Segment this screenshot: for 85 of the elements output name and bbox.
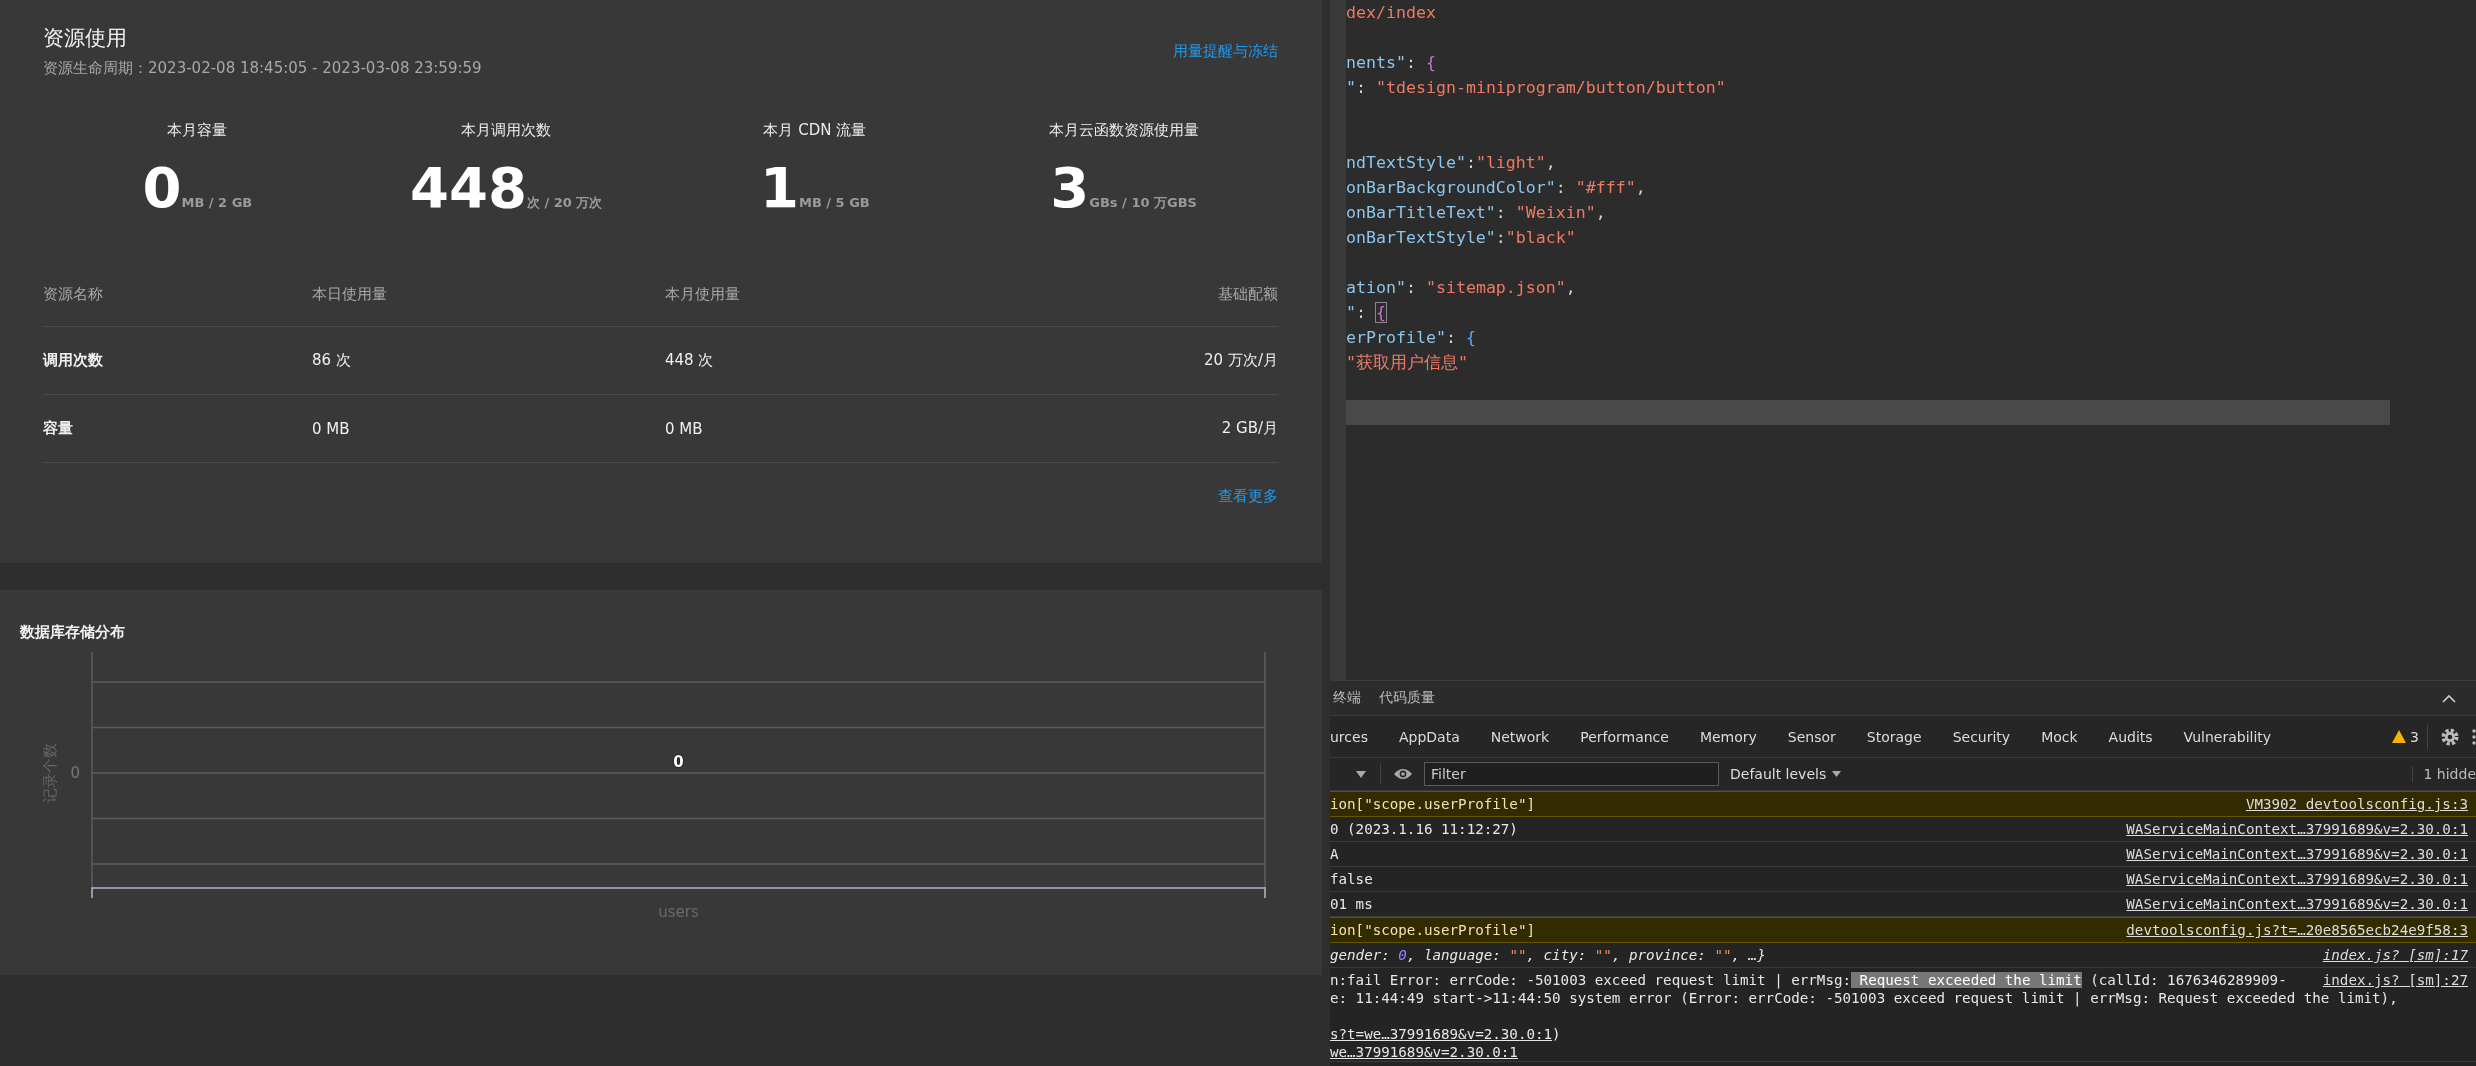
drawer-tab[interactable]: 代码质量 [1379,689,1435,707]
source-link[interactable]: WAServiceMainContext…37991689&v=2.30.0:1 [2126,842,2468,866]
code-line: onBarTextStyle":"black" [1346,227,1577,249]
source-link[interactable]: index.js? [sm]:27 [2322,968,2468,992]
panel-tab[interactable]: urces [1330,728,1368,745]
chevron-up-icon[interactable] [2442,693,2456,703]
eye-icon[interactable] [1393,767,1413,781]
code-line: erProfile": { [1346,327,1477,349]
column-header: 本日使用量 [312,262,665,327]
console-message: e: 11:44:49 start->11:44:50 system error (Error: errCode: -501003 exceed request limit | errMsg: Request exceeded the limit), [1330,989,2398,1007]
stat-label: 本月调用次数 [461,120,552,140]
console-message: 01 ms [1330,895,1373,914]
stat-value: 1 [760,158,799,218]
card-title: 资源使用 [43,25,128,52]
caret-icon[interactable] [1356,770,1366,778]
panel-tab[interactable]: Vulnerability [2183,728,2272,745]
console-message: 0 (2023.1.16 11:12:27) [1330,820,1518,839]
panel-tab[interactable]: Storage [1866,728,1922,745]
console-message: A [1330,845,1339,864]
settings-icon[interactable] [2440,726,2460,747]
column-header: 资源名称 [43,262,312,327]
console-message: gender: 0, language: "", city: "", province: "", …} [1330,946,1766,965]
column-header: 本月使用量 [665,262,974,327]
panel-tab[interactable]: Sensor [1787,728,1836,745]
warning-icon [2392,730,2407,743]
code-line: ndTextStyle":"light", [1346,152,1557,174]
stat-value: 448 [409,158,527,218]
stat-label: 本月 CDN 流量 [763,120,867,140]
panel-tab[interactable]: Audits [2108,728,2153,745]
data-label: 0 [673,753,684,771]
code-line: onBarBackgroundColor": "#fff", [1346,177,1647,199]
code-line: nents": { [1346,52,1437,74]
caret-icon [1832,771,1842,777]
console-message: we…37991689&v=2.30.0:1 [1330,1043,1518,1061]
drawer-tab[interactable]: 终端 [1333,689,1361,707]
source-link[interactable]: index.js? [sm]:17 [2322,943,2468,967]
panel-tab[interactable]: Mock [2041,728,2078,745]
stat-value: 0 [142,158,182,218]
code-line: dex/index [1346,2,1437,24]
view-more-link[interactable]: 查看更多 [1218,487,1278,506]
panel-tab[interactable]: AppData [1398,728,1460,745]
panel-tab[interactable]: Performance [1580,728,1669,745]
warning-count[interactable]: 3 [2392,724,2428,749]
table-cell: 0 MB [665,394,974,463]
levels-dropdown[interactable]: Default levels [1730,766,1842,782]
panel-tab[interactable]: Memory [1699,728,1757,745]
stat-unit: 次 / 20 万次 [526,194,603,212]
table-cell: 20 万次/月 [973,326,1278,395]
stat-label: 本月容量 [167,120,228,140]
filter-field[interactable]: Filter [1424,762,1719,786]
panel-tab[interactable]: Security [1952,728,2011,745]
console-message: ion["scope.userProfile"] [1330,795,1535,814]
code-line: ation": "sitemap.json", [1346,277,1577,299]
code-line: onBarTitleText": "Weixin", [1346,202,1607,224]
stat-value: 3 [1050,158,1090,218]
source-link[interactable]: WAServiceMainContext…37991689&v=2.30.0:1 [2126,867,2468,891]
hidden-count: 1 hidde [2412,766,2476,782]
table-cell: 2 GB/月 [973,394,1278,463]
source-link[interactable]: WAServiceMainContext…37991689&v=2.30.0:1 [2126,892,2468,916]
code-line: ": "tdesign-miniprogram/button/button" [1346,77,1727,99]
source-link[interactable]: devtoolsconfig.js?t=…20e8565ecb24e9f58:3 [2126,918,2468,942]
table-cell: 86 次 [312,326,665,395]
chart-title: 数据库存储分布 [20,622,126,642]
table-cell: 调用次数 [43,326,312,395]
console-message: n:fail Error: errCode: -501003 exceed request limit | errMsg: Request exceeded the limit (callId: 1676346289909- [1330,971,2287,989]
table-cell: 448 次 [665,326,974,395]
stat-unit: GBs / 10 万GBS [1089,194,1197,212]
stat-unit: MB / 5 GB [798,195,870,210]
console-message: false [1330,870,1373,889]
code-line: "获取用户信息" [1346,352,1469,374]
column-header: 基础配额 [973,262,1278,327]
y-tick-label: 0 [70,764,80,782]
panel-tab[interactable]: Network [1490,728,1550,745]
table-cell: 0 MB [312,394,665,463]
console-message: ion["scope.userProfile"] [1330,921,1535,940]
alert-link[interactable]: 用量提醒与冻结 [1173,41,1278,61]
more-icon[interactable] [2472,727,2476,746]
source-link[interactable]: WAServiceMainContext…37991689&v=2.30.0:1 [2126,817,2468,841]
stat-label: 本月云函数资源使用量 [1048,120,1199,140]
stat-unit: MB / 2 GB [181,195,253,210]
lifecycle-period: 资源生命周期：2023-02-08 18:45:05 - 2023-03-08 23:59:59 [43,58,482,78]
source-link[interactable]: VM3902 devtoolsconfig.js:3 [2245,792,2468,816]
console-message: s?t=we…37991689&v=2.30.0:1) [1330,1025,1561,1043]
code-line: ": { [1346,302,1387,324]
table-cell: 容量 [43,394,312,463]
